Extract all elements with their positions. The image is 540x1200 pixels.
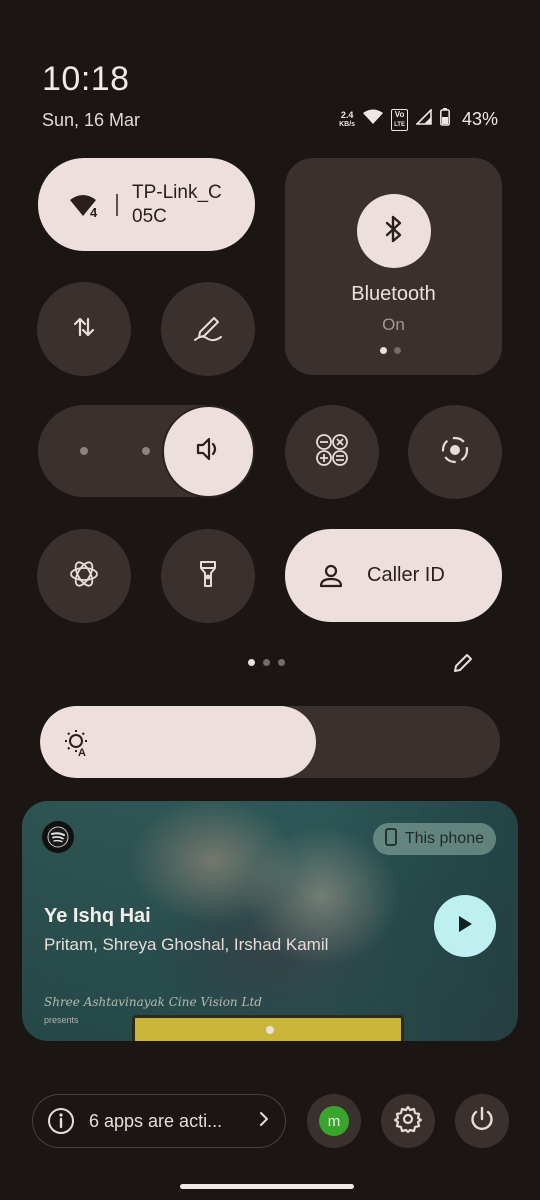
album-art-credit-sub: presents bbox=[44, 1015, 79, 1025]
navigation-handle[interactable] bbox=[180, 1184, 354, 1189]
cell-signal-icon bbox=[415, 108, 432, 130]
clock: 10:18 bbox=[42, 60, 130, 98]
flashlight-tile[interactable] bbox=[161, 529, 255, 623]
volume-step-dot bbox=[80, 447, 88, 455]
chatgpt-tile[interactable] bbox=[37, 529, 131, 623]
bluetooth-state: On bbox=[382, 315, 405, 334]
status-icons: 2.4 KB/s Vo LTE 43% bbox=[339, 108, 498, 131]
avatar: m bbox=[319, 1106, 349, 1136]
mobile-data-tile[interactable] bbox=[37, 282, 131, 376]
pen-note-icon bbox=[192, 312, 224, 347]
wifi-signal-icon bbox=[363, 109, 384, 130]
gear-icon bbox=[393, 1105, 423, 1138]
power-icon bbox=[468, 1105, 496, 1138]
volte-top: Vo bbox=[394, 109, 405, 119]
svg-text:A: A bbox=[78, 747, 86, 758]
divider bbox=[116, 193, 118, 216]
page-dot bbox=[394, 347, 401, 354]
spotify-icon bbox=[42, 821, 74, 853]
bluetooth-button[interactable] bbox=[357, 194, 431, 268]
volume-icon bbox=[195, 436, 223, 467]
auto-brightness-icon: A bbox=[62, 728, 92, 759]
calculator-icon bbox=[315, 433, 349, 472]
screen-record-tile[interactable] bbox=[408, 405, 502, 499]
flashlight-icon bbox=[198, 559, 218, 594]
qs-page-indicator bbox=[248, 659, 285, 666]
song-artist: Pritam, Shreya Ghoshal, Irshad Kamil bbox=[44, 935, 329, 954]
network-speed-unit: KB/s bbox=[339, 120, 356, 128]
active-apps-label: 6 apps are acti... bbox=[89, 1110, 223, 1131]
phone-icon bbox=[384, 827, 397, 851]
media-player-card[interactable]: This phone Ye Ishq Hai Pritam, Shreya Gh… bbox=[22, 801, 518, 1041]
wifi-network-name: TP-Link_C 05C bbox=[132, 181, 222, 227]
network-speed-value: 2.4 bbox=[340, 109, 354, 120]
chevron-right-icon bbox=[259, 1111, 269, 1132]
active-apps-button[interactable]: 6 apps are acti... bbox=[32, 1094, 286, 1148]
page-dot-active bbox=[248, 659, 255, 666]
calculator-tile[interactable] bbox=[285, 405, 379, 499]
caller-id-label: Caller ID bbox=[367, 564, 445, 586]
caller-id-tile[interactable]: Caller ID bbox=[285, 529, 502, 622]
date: Sun, 16 Mar bbox=[42, 110, 141, 130]
pencil-icon bbox=[451, 651, 475, 680]
play-icon bbox=[456, 914, 474, 939]
song-title: Ye Ishq Hai bbox=[44, 905, 151, 927]
media-page-dot bbox=[266, 1026, 274, 1034]
page-dot bbox=[278, 659, 285, 666]
bluetooth-icon bbox=[383, 215, 405, 248]
wifi-badge: 4 bbox=[90, 205, 98, 220]
volume-slider[interactable] bbox=[38, 405, 255, 498]
wifi-tile[interactable]: 4 TP-Link_C 05C bbox=[38, 158, 255, 251]
edit-tiles-button[interactable] bbox=[446, 648, 480, 682]
note-tile[interactable] bbox=[161, 282, 255, 376]
power-button[interactable] bbox=[455, 1094, 509, 1148]
volte-icon: Vo LTE bbox=[391, 108, 408, 131]
bluetooth-page-indicator bbox=[380, 347, 401, 354]
page-dot-active bbox=[380, 347, 387, 354]
bluetooth-tile[interactable]: Bluetooth On bbox=[285, 158, 502, 375]
output-device-chip[interactable]: This phone bbox=[372, 823, 496, 855]
person-icon bbox=[317, 562, 345, 590]
info-icon bbox=[47, 1107, 75, 1135]
volte-bottom: LTE bbox=[394, 121, 405, 128]
battery-icon bbox=[440, 108, 450, 131]
battery-percent: 43% bbox=[461, 109, 498, 129]
volume-step-dot bbox=[142, 447, 150, 455]
mobile-data-icon bbox=[73, 315, 95, 344]
brightness-slider[interactable]: A bbox=[40, 706, 500, 778]
volume-knob[interactable] bbox=[162, 405, 255, 498]
bluetooth-label: Bluetooth bbox=[351, 283, 436, 305]
wifi-icon: 4 bbox=[68, 190, 102, 220]
play-button[interactable] bbox=[434, 895, 496, 957]
album-art-credit: Shree Ashtavinayak Cine Vision Ltd bbox=[44, 995, 262, 1009]
page-dot bbox=[263, 659, 270, 666]
screen-record-icon bbox=[440, 435, 470, 470]
network-speed: 2.4 KB/s bbox=[339, 109, 356, 129]
user-switcher-button[interactable]: m bbox=[307, 1094, 361, 1148]
settings-button[interactable] bbox=[381, 1094, 435, 1148]
output-device-label: This phone bbox=[404, 830, 484, 847]
chatgpt-icon bbox=[67, 557, 101, 596]
